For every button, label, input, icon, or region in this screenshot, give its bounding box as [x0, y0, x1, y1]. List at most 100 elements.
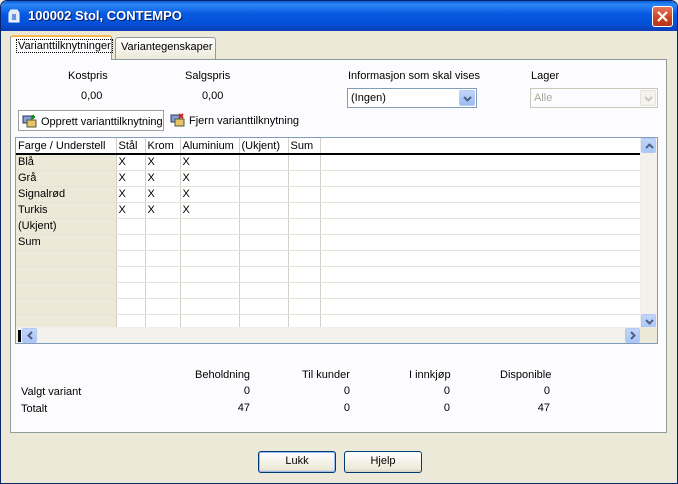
- help-button[interactable]: Hjelp: [344, 451, 422, 473]
- table-cell[interactable]: [145, 266, 181, 283]
- table-cell[interactable]: [145, 282, 181, 299]
- table-cell[interactable]: [239, 170, 289, 187]
- row-header[interactable]: [16, 298, 117, 315]
- table-cell[interactable]: [239, 282, 289, 299]
- variant-grid[interactable]: Farge / Understell Stål Krom Aluminium (…: [15, 137, 658, 344]
- table-row[interactable]: Signalrød X X X: [16, 186, 640, 203]
- grid-header[interactable]: Sum: [288, 138, 321, 155]
- row-header[interactable]: [16, 266, 117, 283]
- table-cell[interactable]: [239, 298, 289, 315]
- table-cell[interactable]: X: [180, 186, 240, 203]
- grid-vertical-scrollbar[interactable]: [640, 138, 657, 329]
- table-cell[interactable]: [180, 282, 240, 299]
- row-header[interactable]: Sum: [16, 234, 117, 251]
- scroll-thumb[interactable]: [18, 330, 21, 342]
- summary-value: 47: [237, 402, 250, 414]
- grid-horizontal-scrollbar[interactable]: [16, 327, 640, 343]
- table-cell[interactable]: [239, 266, 289, 283]
- table-cell[interactable]: [239, 202, 289, 219]
- table-cell[interactable]: X: [116, 170, 146, 187]
- warehouse-select-dropdown[interactable]: [640, 90, 656, 106]
- table-cell[interactable]: [239, 154, 289, 171]
- table-cell[interactable]: X: [116, 154, 146, 171]
- table-row[interactable]: Turkis X X X: [16, 202, 640, 219]
- table-cell[interactable]: [145, 218, 181, 235]
- table-cell[interactable]: X: [145, 170, 181, 187]
- table-cell[interactable]: [180, 266, 240, 283]
- table-cell[interactable]: [116, 298, 146, 315]
- table-cell[interactable]: [239, 234, 289, 251]
- row-header[interactable]: Signalrød: [16, 186, 117, 203]
- table-cell[interactable]: [288, 298, 321, 315]
- create-variant-link-button[interactable]: Opprett varianttilknytning: [18, 110, 164, 131]
- table-cell[interactable]: [180, 250, 240, 267]
- tab-variantegenskaper[interactable]: Variantegenskaper: [115, 37, 216, 59]
- table-row[interactable]: Blå X X X: [16, 154, 640, 171]
- grid-header[interactable]: Stål: [116, 138, 146, 155]
- table-cell[interactable]: [116, 250, 146, 267]
- grid-header[interactable]: (Ukjent): [239, 138, 289, 155]
- row-header[interactable]: Turkis: [16, 202, 117, 219]
- table-cell[interactable]: [116, 266, 146, 283]
- table-cell-filler: [320, 234, 640, 251]
- table-cell[interactable]: [288, 234, 321, 251]
- table-cell[interactable]: [288, 282, 321, 299]
- table-cell[interactable]: X: [180, 202, 240, 219]
- table-cell[interactable]: X: [180, 170, 240, 187]
- grid-header-row: Farge / Understell Stål Krom Aluminium (…: [16, 138, 640, 155]
- table-cell[interactable]: [145, 298, 181, 315]
- table-row[interactable]: [16, 250, 640, 267]
- table-row[interactable]: Sum: [16, 234, 640, 251]
- grid-header[interactable]: Farge / Understell: [16, 138, 117, 155]
- table-row[interactable]: [16, 298, 640, 315]
- scroll-left-button[interactable]: [22, 328, 37, 343]
- tab-varianttilknytninger[interactable]: Varianttilknytninger: [10, 35, 113, 60]
- info-select[interactable]: (Ingen): [347, 88, 477, 108]
- table-cell[interactable]: [288, 186, 321, 203]
- close-button[interactable]: Lukk: [258, 451, 336, 473]
- grid-header[interactable]: Aluminium: [180, 138, 240, 155]
- row-header[interactable]: Grå: [16, 170, 117, 187]
- table-cell[interactable]: X: [116, 202, 146, 219]
- row-header[interactable]: (Ukjent): [16, 218, 117, 235]
- table-row[interactable]: (Ukjent): [16, 218, 640, 235]
- table-cell[interactable]: [180, 218, 240, 235]
- info-select-dropdown[interactable]: [459, 90, 475, 106]
- table-cell[interactable]: X: [145, 154, 181, 171]
- table-cell[interactable]: [239, 218, 289, 235]
- create-variant-link-label: Opprett varianttilknytning: [41, 116, 163, 128]
- table-cell[interactable]: [288, 202, 321, 219]
- warehouse-select[interactable]: Alle: [530, 88, 658, 108]
- table-cell[interactable]: [180, 234, 240, 251]
- table-cell[interactable]: [116, 234, 146, 251]
- table-cell[interactable]: [116, 282, 146, 299]
- row-header[interactable]: Blå: [16, 154, 117, 171]
- table-cell[interactable]: X: [180, 154, 240, 171]
- table-cell[interactable]: [145, 234, 181, 251]
- table-cell[interactable]: [288, 154, 321, 171]
- row-header[interactable]: [16, 250, 117, 267]
- remove-variant-link-button[interactable]: Fjern varianttilknytning: [167, 110, 302, 131]
- scroll-up-button[interactable]: [641, 138, 656, 153]
- table-cell[interactable]: X: [116, 186, 146, 203]
- table-cell[interactable]: X: [145, 202, 181, 219]
- table-cell[interactable]: [239, 250, 289, 267]
- table-cell[interactable]: [288, 266, 321, 283]
- table-cell[interactable]: [239, 186, 289, 203]
- title-bar[interactable]: 100002 Stol, CONTEMPO: [1, 1, 677, 31]
- table-cell[interactable]: [288, 218, 321, 235]
- table-cell[interactable]: [288, 250, 321, 267]
- table-row[interactable]: [16, 266, 640, 283]
- table-cell[interactable]: [116, 218, 146, 235]
- table-row[interactable]: Grå X X X: [16, 170, 640, 187]
- table-row[interactable]: [16, 282, 640, 299]
- table-cell[interactable]: [145, 250, 181, 267]
- summary-header-til-kunder: Til kunder: [302, 369, 350, 381]
- table-cell[interactable]: [180, 298, 240, 315]
- close-window-button[interactable]: [652, 6, 673, 27]
- table-cell[interactable]: X: [145, 186, 181, 203]
- row-header[interactable]: [16, 282, 117, 299]
- grid-header[interactable]: Krom: [145, 138, 181, 155]
- scroll-right-button[interactable]: [625, 328, 640, 343]
- table-cell[interactable]: [288, 170, 321, 187]
